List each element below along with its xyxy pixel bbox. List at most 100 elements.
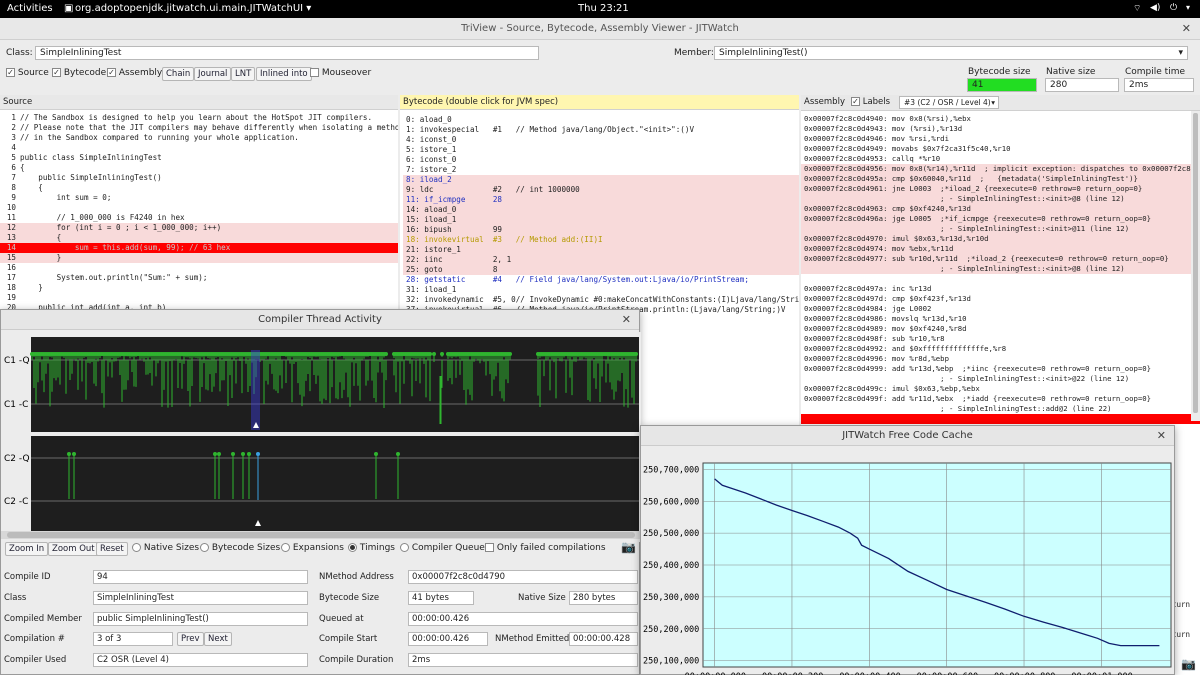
code-line[interactable]: 0x00007f2c8c0d497d: cmp $0xf423f,%r13d <box>801 294 1200 304</box>
code-cache-window[interactable]: JITWatch Free Code Cache ✕ 250,700,000 25… <box>640 425 1175 675</box>
code-line[interactable] <box>801 274 1200 284</box>
code-line[interactable]: 6{ <box>0 163 398 173</box>
code-line[interactable]: 5 public class SimpleInliningTest <box>0 153 398 163</box>
next-button[interactable]: Next <box>204 632 232 646</box>
code-line[interactable]: 8: iload_2 <box>403 175 799 185</box>
code-line[interactable]: ; - SimpleInliningTest::<init>@8 (line 1… <box>801 264 1200 274</box>
close-icon[interactable]: ✕ <box>1157 426 1166 446</box>
lnt-button[interactable]: LNT <box>231 67 256 81</box>
code-line[interactable]: 18: invokevirtual #3 // Method add:(II)I <box>403 235 799 245</box>
code-line[interactable]: 11 // 1_000_000 is F4240 in hex <box>0 213 398 223</box>
class-detail-field[interactable]: SimpleInliningTest <box>93 591 308 605</box>
inlined-into-button[interactable]: Inlined into <box>256 67 312 81</box>
code-line[interactable]: 0x00007f2c8c0d4999: add %r13d,%ebp ;*iin… <box>801 364 1200 374</box>
camera-icon[interactable]: 📷 <box>621 540 636 554</box>
code-line[interactable]: 9: ldc #2 // int 1000000 <box>403 185 799 195</box>
code-line[interactable]: 3 // in the Sandbox compared to running y… <box>0 133 398 143</box>
app-menu[interactable]: org.adoptopenjdk.jitwatch.ui.main.JITWat… <box>75 3 311 14</box>
close-icon[interactable]: ✕ <box>1182 18 1191 40</box>
code-line[interactable]: 4: iconst_0 <box>403 135 799 145</box>
code-line[interactable]: 0x00007f2c8c0d4946: mov %rsi,%rdi <box>801 134 1200 144</box>
code-line[interactable]: 0x00007f2c8c0d4943: mov (%rsi),%r13d <box>801 124 1200 134</box>
code-line[interactable]: 1: invokespecial #1 // Method java/lang/… <box>403 125 799 135</box>
native-sizes-radio[interactable]: Native Sizes <box>132 543 199 553</box>
code-line[interactable]: 1 // The Sandbox is designed to help you … <box>0 113 398 123</box>
bytecode-code[interactable]: 0: aload_0 1: invokespecial #1 // Method … <box>400 110 799 325</box>
code-line[interactable]: 0x00007f2c8c0d4953: callq *%r10 <box>801 154 1200 164</box>
labels-checkbox[interactable]: ✓ Labels <box>851 95 890 110</box>
assembly-checkbox[interactable]: ✓ Assembly <box>107 68 162 78</box>
network-icon[interactable]: ⌔ <box>1133 3 1141 14</box>
code-line[interactable]: 25: goto 8 <box>403 265 799 275</box>
code-line[interactable]: 0x00007f2c8c0d4977: sub %r10d,%r11d ;*il… <box>801 254 1200 264</box>
class-input[interactable]: SimpleInliningTest <box>35 46 539 60</box>
code-line[interactable]: 0x00007f2c8c0d4974: mov %ebx,%r11d <box>801 244 1200 254</box>
code-line[interactable]: 10 <box>0 203 398 213</box>
compiler-thread-window[interactable]: Compiler Thread Activity ✕ C1 -Q C1 -C C… <box>0 309 641 675</box>
compilation-number-field[interactable]: 3 of 3 <box>93 632 173 646</box>
code-line[interactable]: 21: istore_1 <box>403 245 799 255</box>
thread-scrollbar[interactable] <box>1 531 641 539</box>
code-line[interactable]: 15 } <box>0 253 398 263</box>
compile-id-field[interactable]: 94 <box>93 570 308 584</box>
nmethod-emitted-field[interactable]: 00:00:00.428 <box>569 632 638 646</box>
code-line[interactable]: 14 sum = this.add(sum, 99); // 63 hex <box>0 243 398 253</box>
compiler-queues-radio[interactable]: Compiler Queues <box>400 543 490 553</box>
code-line[interactable]: 22: iinc 2, 1 <box>403 255 799 265</box>
member-select[interactable]: SimpleInliningTest() ▾ <box>714 46 1188 60</box>
code-line[interactable]: 0: aload_0 <box>403 115 799 125</box>
code-line[interactable]: 0x00007f2c8c0d495a: cmp $0x60040,%r11d ;… <box>801 174 1200 184</box>
code-line[interactable]: 0x00007f2c8c0d4963: cmp $0xf4240,%r13d <box>801 204 1200 214</box>
power-icon[interactable]: ⏻ <box>1170 3 1177 13</box>
code-line[interactable]: 19 <box>0 293 398 303</box>
code-line[interactable]: ; - SimpleInliningTest::add@2 (line 22) <box>801 404 1200 414</box>
code-line[interactable]: 16: bipush 99 <box>403 225 799 235</box>
compilation-select[interactable]: #3 (C2 / OSR / Level 4) ▾ <box>899 96 999 109</box>
bytecode-sizes-radio[interactable]: Bytecode Sizes <box>200 543 280 553</box>
mouseover-checkbox[interactable]: Mouseover <box>310 68 371 78</box>
assembly-code[interactable]: 0x00007f2c8c0d4940: mov 0x8(%rsi),%ebx 0x… <box>801 111 1200 454</box>
code-line[interactable]: 8 { <box>0 183 398 193</box>
code-line[interactable]: 6: iconst_0 <box>403 155 799 165</box>
code-line[interactable]: 16 <box>0 263 398 273</box>
code-line[interactable]: 13 { <box>0 233 398 243</box>
code-line[interactable]: 0x00007f2c8c0d498f: sub %r10,%r8 <box>801 334 1200 344</box>
bytecode-size-detail-field[interactable]: 41 bytes <box>408 591 474 605</box>
code-line[interactable]: 0x00007f2c8c0d4970: imul $0x63,%r13d,%r1… <box>801 234 1200 244</box>
code-line[interactable]: 9 int sum = 0; <box>0 193 398 203</box>
code-line[interactable]: 0x00007f2c8c0d497a: inc %r13d <box>801 284 1200 294</box>
code-line[interactable]: 0x00007f2c8c0d4996: mov %r8d,%ebp <box>801 354 1200 364</box>
expansions-radio[interactable]: Expansions <box>281 543 344 553</box>
code-line[interactable]: 5: istore_1 <box>403 145 799 155</box>
code-line[interactable]: 12 for (int i = 0 ; i < 1_000_000; i++) <box>0 223 398 233</box>
journal-button[interactable]: Journal <box>194 67 232 81</box>
assembly-scrollbar[interactable] <box>1191 111 1200 421</box>
code-line[interactable]: 31: iload_1 <box>403 285 799 295</box>
code-line[interactable]: 15: iload_1 <box>403 215 799 225</box>
code-line[interactable]: 18 } <box>0 283 398 293</box>
source-checkbox[interactable]: ✓ Source <box>6 68 49 78</box>
code-line[interactable]: 0x00007f2c8c0d4961: jne L0003 ;*iload_2 … <box>801 184 1200 194</box>
code-line[interactable]: 0x00007f2c8c0d4986: movslq %r13d,%r10 <box>801 314 1200 324</box>
clock[interactable]: Thu 23:21 <box>578 3 629 14</box>
compiled-member-field[interactable]: public SimpleInliningTest() <box>93 612 308 626</box>
camera-icon[interactable]: 📷 <box>1181 657 1196 671</box>
code-line[interactable]: ; - SimpleInliningTest::<init>@11 (line … <box>801 224 1200 234</box>
zoom-in-button[interactable]: Zoom In <box>5 542 49 556</box>
code-line[interactable]: ; - SimpleInliningTest::<init>@8 (line 1… <box>801 194 1200 204</box>
code-line[interactable]: 28: getstatic #4 // Field java/lang/Syst… <box>403 275 799 285</box>
code-line[interactable]: 0x00007f2c8c0d499c: imul $0x63,%ebp,%ebx <box>801 384 1200 394</box>
code-line[interactable]: 17 System.out.println("Sum:" + sum); <box>0 273 398 283</box>
close-icon[interactable]: ✕ <box>622 310 631 330</box>
code-line[interactable]: 0x00007f2c8c0d4984: jge L0002 <box>801 304 1200 314</box>
code-line[interactable]: 11: if_icmpge 28 <box>403 195 799 205</box>
code-line[interactable]: ; - SimpleInliningTest::<init>@22 (line … <box>801 374 1200 384</box>
code-line[interactable]: 7 public SimpleInliningTest() <box>0 173 398 183</box>
chain-button[interactable]: Chain <box>162 67 195 81</box>
code-line[interactable]: 0x00007f2c8c0d4989: mov $0xf4240,%r8d <box>801 324 1200 334</box>
code-line[interactable]: 0x00007f2c8c0d4956: mov 0x8(%r14),%r11d … <box>801 164 1200 174</box>
activities-button[interactable]: Activities <box>7 3 53 14</box>
compile-start-field[interactable]: 00:00:00.426 <box>408 632 488 646</box>
compiler-used-field[interactable]: C2 OSR (Level 4) <box>93 653 308 667</box>
code-line[interactable] <box>801 414 1200 424</box>
